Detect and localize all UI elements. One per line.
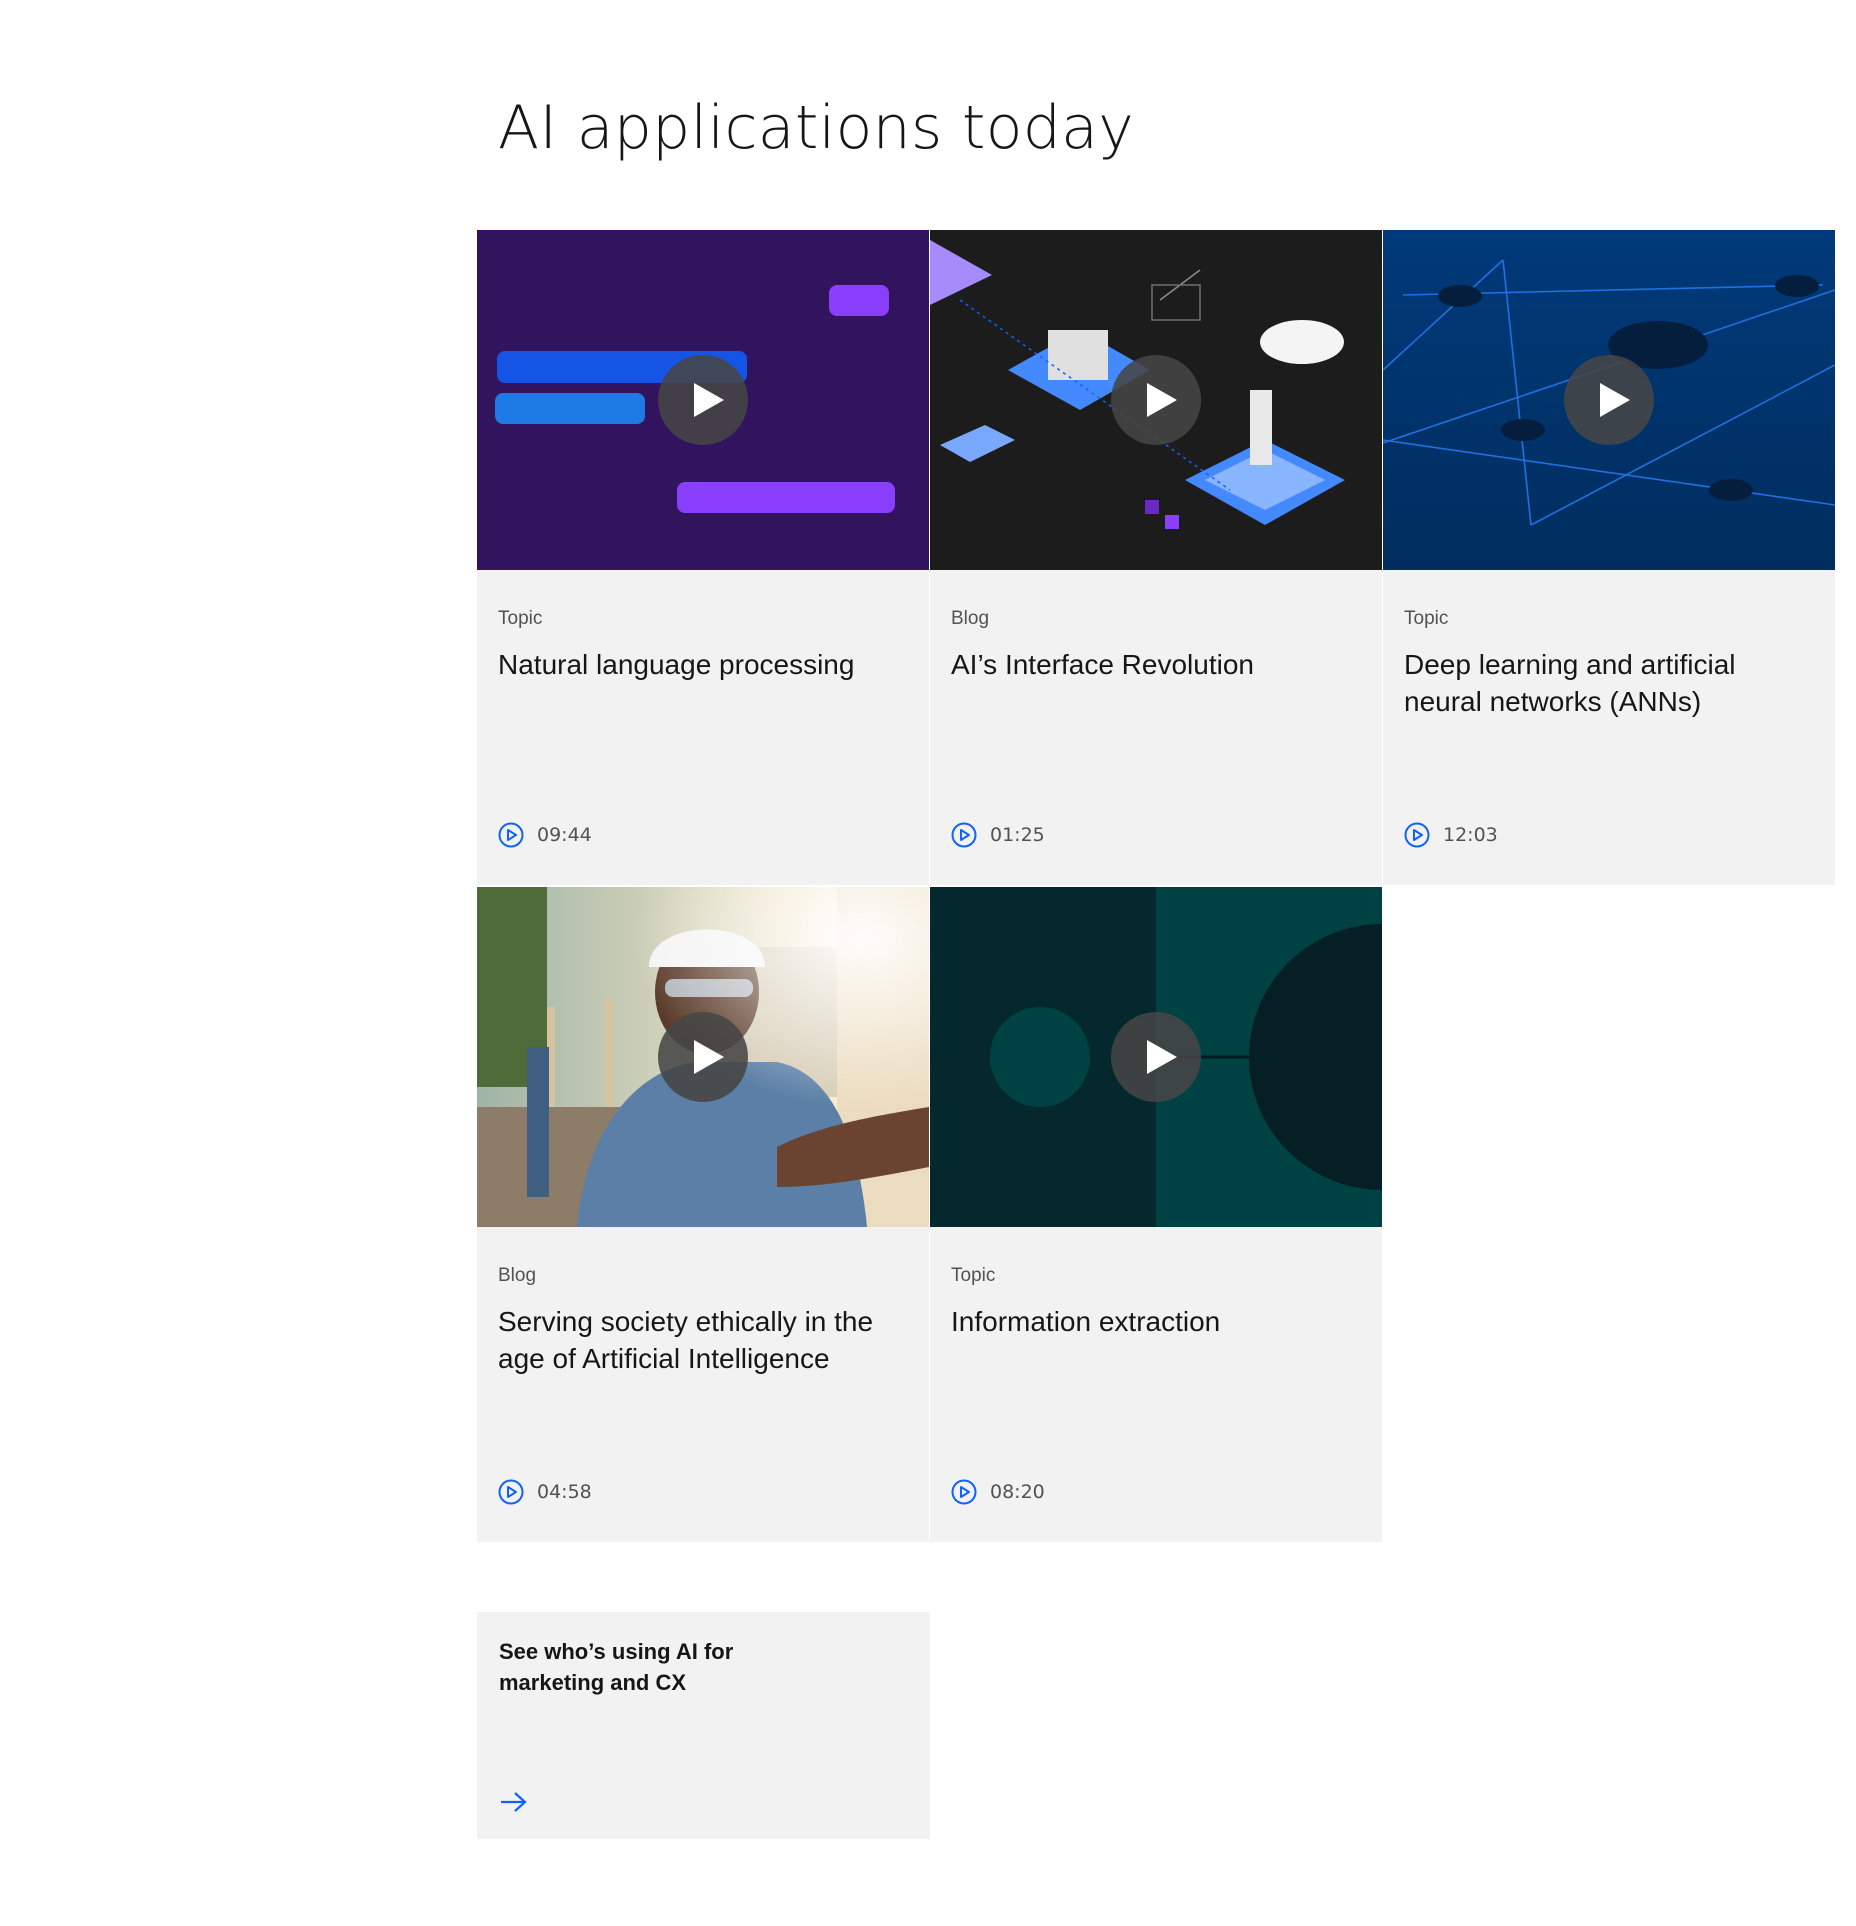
card-eyebrow: Topic [1404, 608, 1449, 629]
video-card-information-extraction[interactable]: Topic Information extraction 08:20 [930, 887, 1382, 1542]
play-icon[interactable] [658, 1012, 748, 1102]
card-eyebrow: Topic [498, 608, 543, 629]
play-icon[interactable] [1111, 1012, 1201, 1102]
card-thumbnail [477, 230, 929, 570]
card-title: Deep learning and artificial neural netw… [1404, 649, 1736, 717]
play-outline-icon [1404, 822, 1430, 848]
video-card-deep-learning[interactable]: Topic Deep learning and artificial neura… [1383, 230, 1835, 885]
play-icon[interactable] [1564, 355, 1654, 445]
card-duration: 01:25 [951, 822, 1045, 848]
video-card-ai-interface-revolution[interactable]: Blog AI’s Interface Revolution 01:25 [930, 230, 1382, 885]
arrow-right-icon[interactable] [499, 1790, 529, 1814]
play-outline-icon [951, 822, 977, 848]
play-icon[interactable] [1111, 355, 1201, 445]
play-icon[interactable] [658, 355, 748, 445]
play-outline-icon [498, 822, 524, 848]
page-title: AI applications today [498, 93, 1135, 163]
cta-card-ai-marketing-cx[interactable]: See who’s using AI for marketing and CX [477, 1612, 930, 1839]
duration-label: 12:03 [1443, 824, 1498, 846]
card-duration: 04:58 [498, 1479, 592, 1505]
duration-label: 09:44 [537, 824, 592, 846]
video-card-serving-society-ethically[interactable]: Blog Serving society ethically in the ag… [477, 887, 929, 1542]
duration-label: 01:25 [990, 824, 1045, 846]
card-thumbnail [1383, 230, 1835, 570]
card-duration: 09:44 [498, 822, 592, 848]
play-outline-icon [498, 1479, 524, 1505]
card-eyebrow: Blog [951, 608, 990, 629]
video-card-natural-language-processing[interactable]: Topic Natural language processing 09:44 [477, 230, 929, 885]
cta-title: See who’s using AI for marketing and CX [499, 1639, 734, 1695]
card-duration: 12:03 [1404, 822, 1498, 848]
card-title: Information extraction [951, 1306, 1221, 1337]
duration-label: 04:58 [537, 1481, 592, 1503]
play-outline-icon [951, 1479, 977, 1505]
card-thumbnail [930, 230, 1382, 570]
card-duration: 08:20 [951, 1479, 1045, 1505]
card-eyebrow: Blog [498, 1265, 537, 1286]
card-title: AI’s Interface Revolution [951, 649, 1254, 680]
card-title: Serving society ethically in the age of … [498, 1306, 874, 1374]
duration-label: 08:20 [990, 1481, 1045, 1503]
card-title: Natural language processing [498, 649, 855, 680]
card-thumbnail [930, 887, 1382, 1227]
card-eyebrow: Topic [951, 1265, 996, 1286]
card-thumbnail [477, 887, 929, 1227]
